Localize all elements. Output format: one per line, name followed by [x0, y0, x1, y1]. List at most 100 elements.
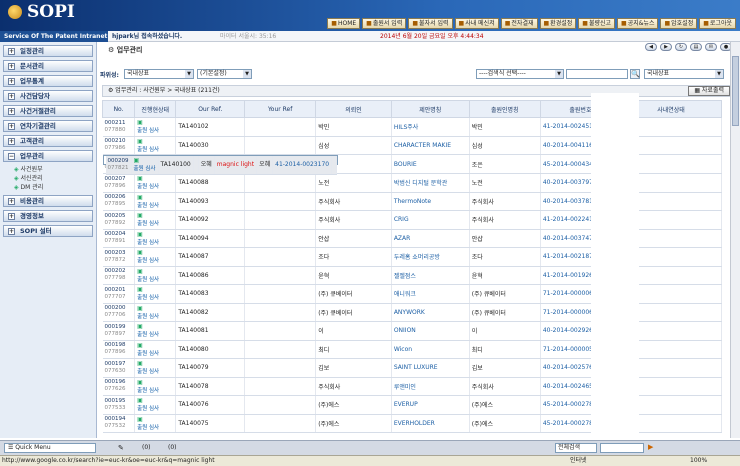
submenu-item-0[interactable]: ◈ 사건원부: [0, 165, 96, 174]
chevron-down-icon: ▼: [243, 70, 251, 78]
column-header[interactable]: Your Ref: [244, 100, 317, 118]
row-subno: 077872: [104, 256, 126, 263]
application-number[interactable]: 41-2014-0023170: [272, 156, 333, 175]
our-ref[interactable]: TA140082: [175, 303, 246, 322]
our-ref[interactable]: TA140075: [175, 414, 246, 433]
column-header[interactable]: No.: [101, 100, 136, 118]
scroll-thumb[interactable]: [732, 56, 739, 126]
zoom-level[interactable]: 100%: [690, 456, 707, 466]
search-input[interactable]: [566, 69, 628, 79]
search-icon[interactable]: 🔍: [630, 69, 640, 79]
sidebar-item-5[interactable]: + 연차기결관리: [3, 120, 93, 132]
sidebar-item2-0[interactable]: + 비용관리: [3, 195, 93, 207]
top-menu-8[interactable]: ■암호설정: [660, 18, 698, 29]
user-info: hjpark님 접속하셨습니다.: [112, 33, 183, 40]
trademark-name[interactable]: 젤젤점스: [391, 266, 470, 285]
status-text: 출원 심사: [137, 258, 160, 265]
top-menu-7[interactable]: ■공지&뉴스: [617, 18, 659, 29]
trademark-name[interactable]: ANYWORK: [391, 303, 470, 322]
vertical-scrollbar[interactable]: [730, 42, 740, 438]
trademark-name[interactable]: BOURIE: [391, 155, 470, 174]
trademark-name[interactable]: Wicon: [391, 340, 470, 359]
sidebar-item-3[interactable]: + 사건담당자: [3, 90, 93, 102]
global-search-select[interactable]: 전체검색: [555, 443, 597, 453]
table-row[interactable]: 000209 077821 ▣ 출원 심사 TA140100 오혜 magnic light…: [102, 155, 339, 175]
top-menu-4[interactable]: ■전자결재: [500, 18, 538, 29]
our-ref[interactable]: TA140092: [175, 210, 246, 230]
row-no: 000195: [104, 397, 126, 404]
top-menu-2[interactable]: ■불자서 입력: [408, 18, 453, 29]
memo-icon[interactable]: ✎: [118, 444, 124, 452]
sidebar-item-1[interactable]: + 문서관리: [3, 60, 93, 72]
our-ref[interactable]: TA140088: [175, 173, 246, 193]
sidebar-item2-1[interactable]: + 경영정보: [3, 210, 93, 222]
column-header[interactable]: 의뢰인: [315, 100, 392, 118]
submenu-item-2[interactable]: ◈ DM 관리: [0, 183, 96, 192]
sidebar-item-2[interactable]: + 업무통계: [3, 75, 93, 87]
our-ref[interactable]: TA140030: [175, 136, 246, 155]
our-ref[interactable]: TA140087: [175, 247, 246, 267]
type-select[interactable]: 국내상표 ▼: [124, 69, 194, 79]
trademark-name[interactable]: CHARACTER MAKIE: [391, 136, 470, 155]
top-menu-3[interactable]: ■사내 메신저: [454, 18, 499, 29]
row-number: 000207 077896: [102, 173, 136, 193]
our-ref[interactable]: TA140076: [175, 395, 246, 415]
sidebar-item2-2[interactable]: + SOPI 설터: [3, 225, 93, 237]
global-search-input[interactable]: [600, 443, 644, 453]
trademark-name[interactable]: 루앤미인: [391, 377, 470, 396]
column-header[interactable]: 제안명칭: [390, 100, 470, 118]
excel-export-button[interactable]: ▦ 자료출력: [688, 86, 730, 96]
our-ref[interactable]: TA140100: [158, 156, 194, 175]
default-select[interactable]: (기본설정) ▼: [197, 69, 252, 79]
refresh-icon[interactable]: ↻: [675, 43, 687, 51]
submenu-item-1[interactable]: ◈ 서신관리: [0, 174, 96, 183]
mail-icon[interactable]: ✉: [705, 43, 717, 51]
our-ref[interactable]: TA140079: [175, 358, 246, 378]
forward-icon[interactable]: ▶: [660, 43, 672, 51]
print-icon[interactable]: ▤: [690, 43, 702, 51]
our-ref[interactable]: TA140102: [175, 117, 246, 137]
internal-status: [331, 156, 338, 175]
top-menu-1[interactable]: ■출원서 입력: [362, 18, 407, 29]
your-ref: [244, 303, 317, 322]
top-menu-label: HOME: [337, 20, 357, 27]
top-menu-5[interactable]: ■환경설정: [539, 18, 577, 29]
trademark-name[interactable]: 두레홈 쇼머리공방: [391, 247, 470, 267]
right-type-select[interactable]: 국내상표 ▼: [644, 69, 724, 79]
sidebar-item-6[interactable]: + 고객관리: [3, 135, 93, 147]
trademark-name[interactable]: HILS주사: [391, 117, 470, 137]
sidebar-item-0[interactable]: + 일정관리: [3, 45, 93, 57]
top-menu-9[interactable]: ■로그아웃: [699, 18, 736, 29]
row-status: ▣출원 심사: [134, 358, 177, 378]
trademark-name[interactable]: AZAR: [391, 229, 470, 248]
trademark-name[interactable]: 애니워크: [391, 284, 470, 304]
trademark-name[interactable]: SAINT LUXURE: [391, 358, 470, 378]
sidebar-item-4[interactable]: + 사건거절관리: [3, 105, 93, 117]
our-ref[interactable]: TA140094: [175, 229, 246, 248]
trademark-name[interactable]: 박범신 디지털 문학관: [391, 173, 470, 193]
client-name: 주식회사: [315, 210, 392, 230]
go-icon[interactable]: ▶: [648, 443, 653, 451]
our-ref[interactable]: TA140093: [175, 192, 246, 211]
search-select[interactable]: ----검색식 선택---- ▼: [476, 69, 564, 79]
trademark-name[interactable]: EVERHOLDER: [391, 414, 470, 433]
column-header[interactable]: 진행현상태: [134, 100, 177, 118]
top-menu-6[interactable]: ■불량신고: [578, 18, 616, 29]
back-icon[interactable]: ◀: [645, 43, 657, 51]
our-ref[interactable]: TA140081: [175, 321, 246, 341]
trademark-name[interactable]: EVERUP: [391, 395, 470, 415]
our-ref[interactable]: TA140086: [175, 266, 246, 285]
top-menu-label: 불자서 입력: [419, 20, 449, 27]
trademark-name[interactable]: magnic light: [214, 156, 258, 175]
our-ref[interactable]: TA140083: [175, 284, 246, 304]
our-ref[interactable]: TA140080: [175, 340, 246, 359]
quick-menu-select[interactable]: ☰ Quick Menu: [4, 443, 96, 453]
our-ref[interactable]: TA140078: [175, 377, 246, 396]
column-header[interactable]: Our Ref.: [175, 100, 246, 118]
top-menu-0[interactable]: ■HOME: [327, 18, 361, 29]
trademark-name[interactable]: ONIION: [391, 321, 470, 341]
column-header[interactable]: 출원인명칭: [468, 100, 541, 118]
sidebar-item-7[interactable]: − 업무관리: [3, 150, 93, 162]
trademark-name[interactable]: ThermoNote: [391, 192, 470, 211]
trademark-name[interactable]: CRIG: [391, 210, 470, 230]
